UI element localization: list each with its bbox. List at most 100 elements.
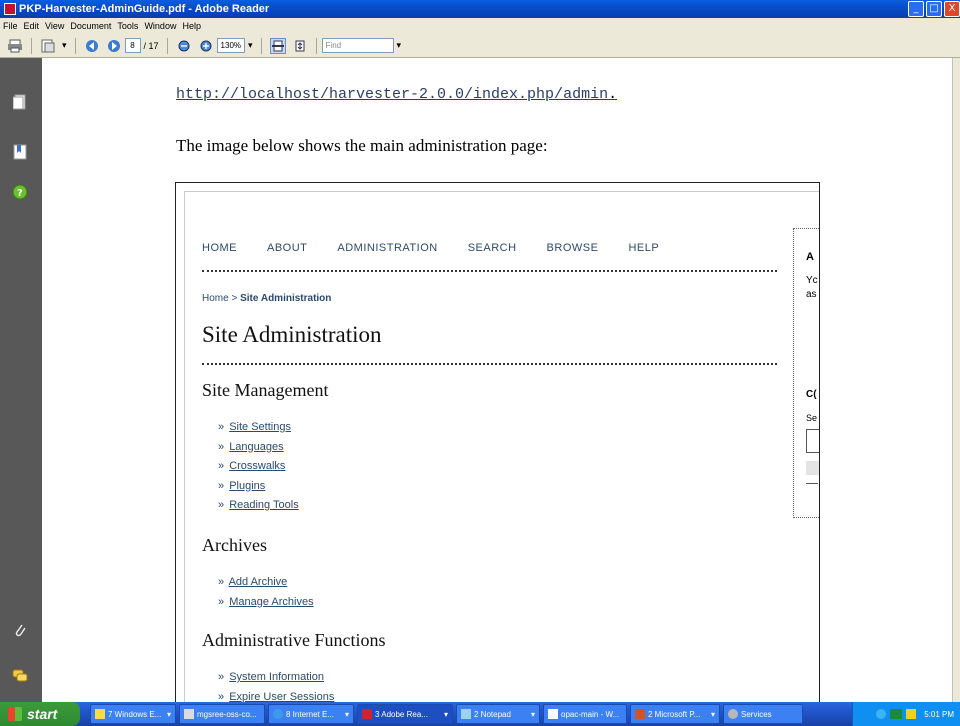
fit-page-icon[interactable] [292,38,308,54]
right-scroll-area[interactable] [952,58,960,702]
url-period: . [608,86,618,103]
taskbar-item[interactable]: 3 Adobe Rea... ▾ [357,704,453,724]
tray-icon[interactable] [876,709,887,719]
manage-archives-link: Manage Archives [229,595,314,608]
toolbar-separator [31,37,32,54]
zoom-out-icon[interactable] [176,38,192,54]
menu-help[interactable]: Help [182,21,201,31]
sidebar-button-fragment [806,461,819,475]
task-label: 2 Notepad [474,709,511,719]
nav-browse: BROWSE [546,242,599,254]
tray-icon[interactable] [890,709,903,719]
help-icon[interactable]: ? [12,184,28,200]
toolbar-separator [166,37,168,54]
taskbar-item[interactable]: Services [723,704,803,724]
archives-links: » Add Archive » Manage Archives [218,576,314,615]
minimize-button[interactable]: _ [908,1,924,17]
page-number-input[interactable]: 8 [124,38,141,53]
page-title: Site Administration [202,322,382,347]
tray-icon[interactable] [906,709,917,719]
zoom-dropdown-icon[interactable]: ▾ [248,40,253,51]
chevron-down-icon: ▾ [530,709,535,719]
list-item: » Site Settings [218,421,299,441]
task-label: opac-main - W... [561,709,620,719]
bullet: » [218,576,225,588]
document-view[interactable]: http://localhost/harvester-2.0.0/index.p… [42,58,952,702]
list-item: » Add Archive [218,576,314,596]
breadcrumb-current: Site Administration [240,293,332,304]
maximize-button[interactable]: □ [926,1,942,17]
taskbar-item[interactable]: mgsree-oss-co... [179,704,265,724]
sidebar-heading-fragment: C( [806,389,817,400]
admin-url-link[interactable]: http://localhost/harvester-2.0.0/index.p… [176,86,617,103]
system-tray: 5:01 PM [852,702,960,726]
adobe-reader-icon [4,3,16,15]
list-item: » Plugins [218,480,299,500]
start-label: start [27,706,58,722]
sidebar-heading-fragment: A [806,251,814,263]
find-dropdown-icon[interactable]: ▾ [397,40,402,51]
next-page-icon[interactable] [106,38,122,54]
zoom-in-icon[interactable] [198,38,214,54]
toolbar-separator [260,37,262,54]
find-input[interactable]: Find [321,38,394,53]
list-item: » Manage Archives [218,596,314,616]
toolbar-separator [74,37,76,54]
zoom-select[interactable]: 130% [216,38,246,53]
page-total: / 17 [143,40,159,51]
adobe-reader-icon [362,709,372,719]
menu-file[interactable]: File [3,21,18,31]
taskbar: start 7 Windows E... ▾ mgsree-oss-co... 8… [0,702,960,726]
pages-icon[interactable] [12,94,28,110]
bullet: » [218,595,225,608]
comments-icon[interactable] [12,668,28,684]
hand-tool-icon[interactable] [40,38,56,54]
print-icon[interactable] [7,38,23,54]
notepad-icon [461,709,471,719]
svg-text:?: ? [17,188,23,199]
bookmarks-icon[interactable] [12,144,28,160]
sidebar-panel: A Yc as C( Se [793,228,819,518]
window-title: PKP-Harvester-AdminGuide.pdf - Adobe Rea… [19,3,270,15]
start-button[interactable]: start [0,702,80,726]
expire-user-sessions-link: Expire User Sessions [229,690,335,703]
reading-tools-link: Reading Tools [229,499,299,511]
windows-logo-icon [8,707,22,721]
bullet: » [218,690,225,703]
toolbar-separator [315,37,317,54]
attachments-icon[interactable] [12,622,28,638]
list-item: » Reading Tools [218,499,299,519]
close-button[interactable]: X [944,1,960,17]
menu-tools[interactable]: Tools [117,21,138,31]
nav-about: ABOUT [267,242,308,254]
taskbar-item[interactable]: opac-main - W... [543,704,627,724]
sidebar-select-fragment [806,429,819,453]
sidebar-text-fragment: Yc [806,275,818,286]
document-paragraph: The image below shows the main administr… [176,136,548,155]
menu-edit[interactable]: Edit [24,21,40,31]
menu-view[interactable]: View [45,21,64,31]
list-item: » Crosswalks [218,460,299,480]
admin-url-text[interactable]: http://localhost/harvester-2.0.0/index.p… [176,86,608,103]
taskbar-item[interactable]: 8 Internet E... ▾ [268,704,354,724]
menu-window[interactable]: Window [144,21,176,31]
chevron-down-icon: ▾ [344,709,349,719]
sidebar-line-fragment [806,483,818,484]
list-item: » Languages [218,441,299,461]
taskbar-item[interactable]: 2 Microsoft P... ▾ [630,704,720,724]
previous-page-icon[interactable] [84,38,100,54]
clock[interactable]: 5:01 PM [924,710,954,719]
bullet: » [218,460,225,472]
section-heading-administrative-functions: Administrative Functions [202,630,386,650]
taskbar-item[interactable]: 2 Notepad ▾ [456,704,540,724]
powerpoint-icon [635,709,645,719]
bullet: » [218,421,225,433]
taskbar-item[interactable]: 7 Windows E... ▾ [90,704,176,724]
folder-icon [95,709,105,719]
chevron-down-icon[interactable]: ▾ [62,40,67,51]
fit-width-icon[interactable] [269,37,286,54]
menu-document[interactable]: Document [70,21,111,31]
task-label: mgsree-oss-co... [197,709,257,719]
site-nav: HOME ABOUT ADMINISTRATION SEARCH BROWSE … [202,242,689,254]
navigation-panel: ? [0,58,42,702]
